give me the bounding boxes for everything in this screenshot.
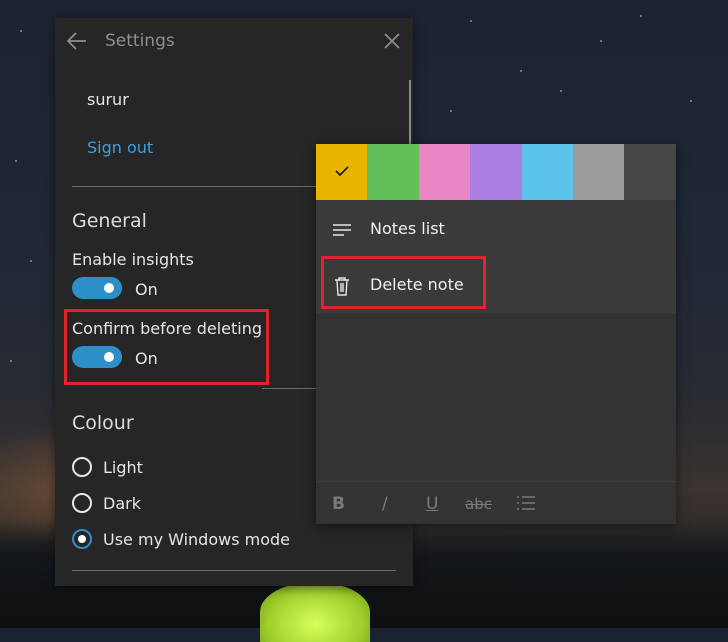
settings-titlebar: Settings	[55, 18, 413, 64]
sign-out-link[interactable]: Sign out	[87, 138, 153, 157]
swatch-purple[interactable]	[470, 144, 522, 200]
swatch-gray[interactable]	[572, 144, 625, 200]
delete-note-highlight-box	[321, 256, 486, 309]
enable-insights-label: Enable insights	[72, 250, 194, 269]
tent-image	[260, 582, 370, 642]
checkmark-icon	[335, 166, 349, 177]
divider	[72, 570, 396, 571]
swatch-charcoal[interactable]	[624, 144, 676, 200]
color-swatch-row	[316, 144, 676, 200]
swatch-blue[interactable]	[521, 144, 573, 200]
swatch-green[interactable]	[367, 144, 419, 200]
note-context-menu: Notes list Delete note B / U abc	[316, 144, 676, 524]
radio-windows-mode[interactable]	[72, 529, 92, 549]
scrollbar-thumb[interactable]	[409, 80, 411, 154]
account-name: surur	[87, 90, 129, 109]
radio-windows-mode-label: Use my Windows mode	[103, 530, 290, 549]
toggle-knob	[104, 283, 114, 293]
bullet-list-button[interactable]	[516, 494, 536, 517]
enable-insights-toggle[interactable]	[72, 277, 122, 299]
italic-button[interactable]: /	[382, 494, 388, 514]
underline-button[interactable]: U	[426, 494, 438, 514]
bullet-list-icon	[517, 496, 535, 510]
bold-button[interactable]: B	[332, 494, 345, 514]
radio-dark[interactable]	[72, 493, 92, 513]
radio-dark-label: Dark	[103, 494, 141, 513]
radio-light[interactable]	[72, 457, 92, 477]
notes-list-label: Notes list	[370, 219, 445, 238]
radio-light-label: Light	[103, 458, 143, 477]
radio-selected-dot	[78, 535, 86, 543]
confirm-setting-highlight-box	[64, 309, 269, 385]
colour-heading: Colour	[72, 412, 134, 434]
general-heading: General	[72, 210, 147, 232]
swatch-yellow[interactable]	[316, 144, 368, 200]
list-icon	[333, 224, 351, 236]
enable-insights-state: On	[135, 280, 158, 299]
close-button[interactable]	[381, 30, 403, 52]
settings-title: Settings	[105, 31, 175, 51]
back-button[interactable]	[65, 30, 89, 52]
strikethrough-button[interactable]: abc	[465, 495, 492, 513]
back-arrow-icon	[66, 32, 86, 50]
swatch-pink[interactable]	[418, 144, 471, 200]
format-toolbar: B / U abc	[316, 481, 676, 525]
notes-list-menu-item[interactable]: Notes list	[316, 202, 676, 258]
close-icon	[384, 33, 400, 49]
